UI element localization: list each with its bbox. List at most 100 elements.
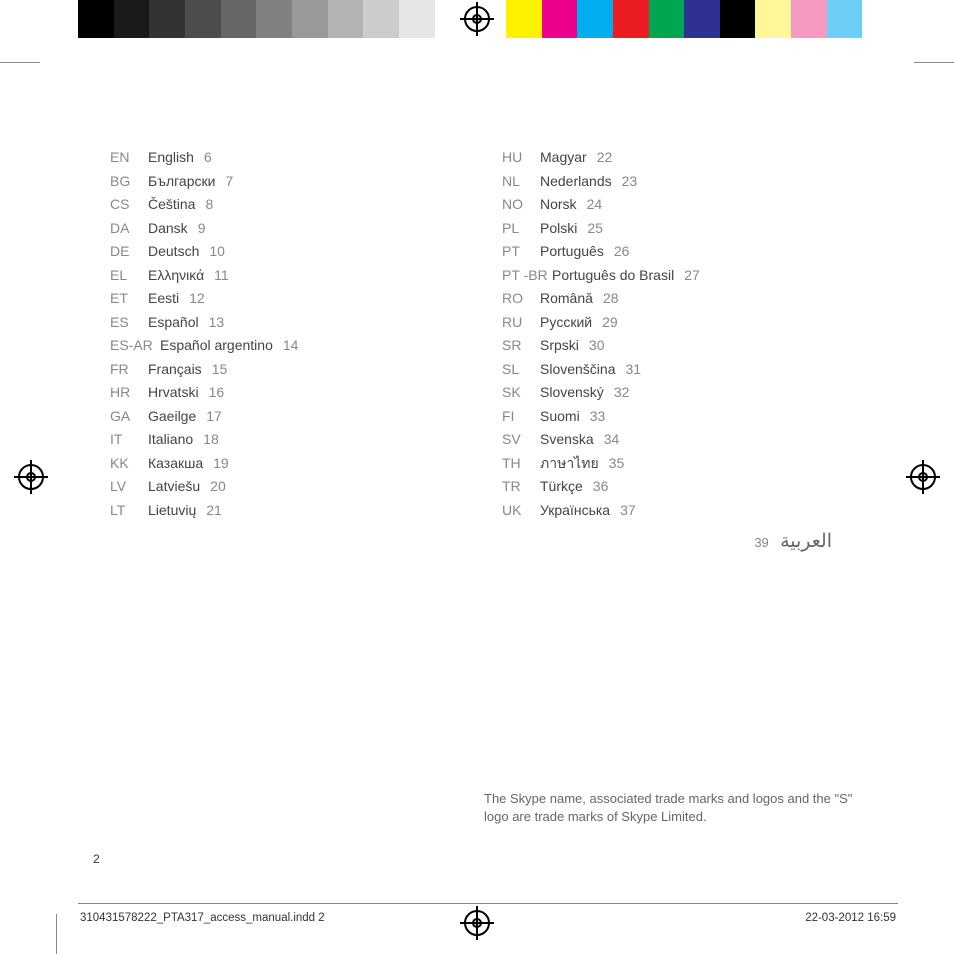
language-row: ENEnglish6 <box>110 146 472 170</box>
language-code: SK <box>502 381 540 405</box>
language-page-ref: 22 <box>597 149 613 165</box>
language-name: Italiano <box>148 431 193 447</box>
language-page-ref: 13 <box>209 314 225 330</box>
language-page-ref: 20 <box>210 478 226 494</box>
language-name: Nederlands <box>540 173 612 189</box>
language-name: Čeština <box>148 196 195 212</box>
language-row: UKУкраїнська37 <box>502 499 864 523</box>
language-row: PLPolski25 <box>502 217 864 241</box>
language-row: GAGaeilge 17 <box>110 405 472 429</box>
language-page-ref: 24 <box>587 196 603 212</box>
language-row: SRSrpski30 <box>502 334 864 358</box>
language-code: ET <box>110 287 148 311</box>
language-row: HRHrvatski16 <box>110 381 472 405</box>
language-code: HR <box>110 381 148 405</box>
language-code: FI <box>502 405 540 429</box>
color-swatch <box>78 0 114 38</box>
language-row: SLSlovenščina31 <box>502 358 864 382</box>
color-swatch <box>542 0 578 38</box>
language-row: SVSvenska 34 <box>502 428 864 452</box>
color-swatch <box>114 0 150 38</box>
slug-datetime: 22-03-2012 16:59 <box>805 912 896 924</box>
language-row: BGБългарски7 <box>110 170 472 194</box>
language-row: LVLatviešu 20 <box>110 475 472 499</box>
language-code: GA <box>110 405 148 429</box>
language-row: NLNederlands23 <box>502 170 864 194</box>
crop-mark <box>56 914 57 954</box>
language-name: Latviešu <box>148 478 200 494</box>
language-code: RO <box>502 287 540 311</box>
language-page-ref: 34 <box>604 431 620 447</box>
language-code: LT <box>110 499 148 523</box>
language-page-ref: 30 <box>589 337 605 353</box>
language-code: LV <box>110 475 148 499</box>
color-swatch <box>755 0 791 38</box>
color-swatch <box>613 0 649 38</box>
color-swatch <box>577 0 613 38</box>
language-name: English <box>148 149 194 165</box>
language-page-ref: 18 <box>203 431 219 447</box>
language-name: Ελληνικά <box>148 267 204 283</box>
language-name: Português do Brasil <box>552 267 674 283</box>
color-swatch <box>827 0 863 38</box>
language-row-arabic: 39 العربية <box>502 530 864 553</box>
color-swatch <box>862 0 898 38</box>
language-code: PT <box>502 240 540 264</box>
color-swatch <box>363 0 399 38</box>
page-number: 2 <box>93 852 100 866</box>
language-row: ETEesti12 <box>110 287 472 311</box>
language-page-ref: 36 <box>593 478 609 494</box>
trademark-notice: The Skype name, associated trade marks a… <box>484 790 859 825</box>
language-row: RUPyccкий29 <box>502 311 864 335</box>
language-page-ref: 15 <box>212 361 228 377</box>
language-page-ref: 35 <box>609 455 625 471</box>
language-name: Eesti <box>148 290 179 306</box>
color-swatch <box>399 0 435 38</box>
language-name: Português <box>540 243 604 259</box>
language-name: Казакша <box>148 455 203 471</box>
language-name: Suomi <box>540 408 580 424</box>
language-page-ref: 17 <box>206 408 222 424</box>
language-code: BG <box>110 170 148 194</box>
language-row: FISuomi 33 <box>502 405 864 429</box>
language-row: ESEspañol13 <box>110 311 472 335</box>
language-page-ref: 19 <box>213 455 229 471</box>
color-swatch <box>506 0 542 38</box>
crop-mark <box>0 62 40 63</box>
language-page-ref: 21 <box>206 502 222 518</box>
language-code: SV <box>502 428 540 452</box>
slug-file: 310431578222_PTA317_access_manual.indd 2 <box>80 912 325 924</box>
color-swatch <box>684 0 720 38</box>
language-page-ref: 16 <box>209 384 225 400</box>
language-name: Svenska <box>540 431 594 447</box>
color-swatch <box>221 0 257 38</box>
language-name: Українська <box>540 502 610 518</box>
language-code: IT <box>110 428 148 452</box>
language-row: ELΕλληνικά11 <box>110 264 472 288</box>
language-column-left: ENEnglish6BGБългарски7CSČeština8DADansk9… <box>110 146 472 553</box>
language-name: Gaeilge <box>148 408 196 424</box>
language-row: THภาษาไทย35 <box>502 452 864 476</box>
language-code: ES-AR <box>110 334 160 358</box>
language-name: Slovenščina <box>540 361 616 377</box>
color-swatch <box>185 0 221 38</box>
language-row: KKКазакша 19 <box>110 452 472 476</box>
color-swatch <box>328 0 364 38</box>
color-swatch <box>149 0 185 38</box>
color-swatch <box>256 0 292 38</box>
language-code: RU <box>502 311 540 335</box>
language-page-ref: 27 <box>684 267 700 283</box>
language-name: Pyccкий <box>540 314 592 330</box>
slug-line: 310431578222_PTA317_access_manual.indd 2… <box>78 903 898 924</box>
language-page-ref: 26 <box>614 243 630 259</box>
language-page-ref: 32 <box>614 384 630 400</box>
language-code: DE <box>110 240 148 264</box>
language-row: HUMagyar22 <box>502 146 864 170</box>
language-row: TRTürkçe36 <box>502 475 864 499</box>
language-page-ref: 33 <box>590 408 606 424</box>
registration-mark-icon <box>910 464 936 490</box>
language-code: TH <box>502 452 540 476</box>
language-name: Norsk <box>540 196 577 212</box>
language-code: KK <box>110 452 148 476</box>
language-row: RORomână28 <box>502 287 864 311</box>
